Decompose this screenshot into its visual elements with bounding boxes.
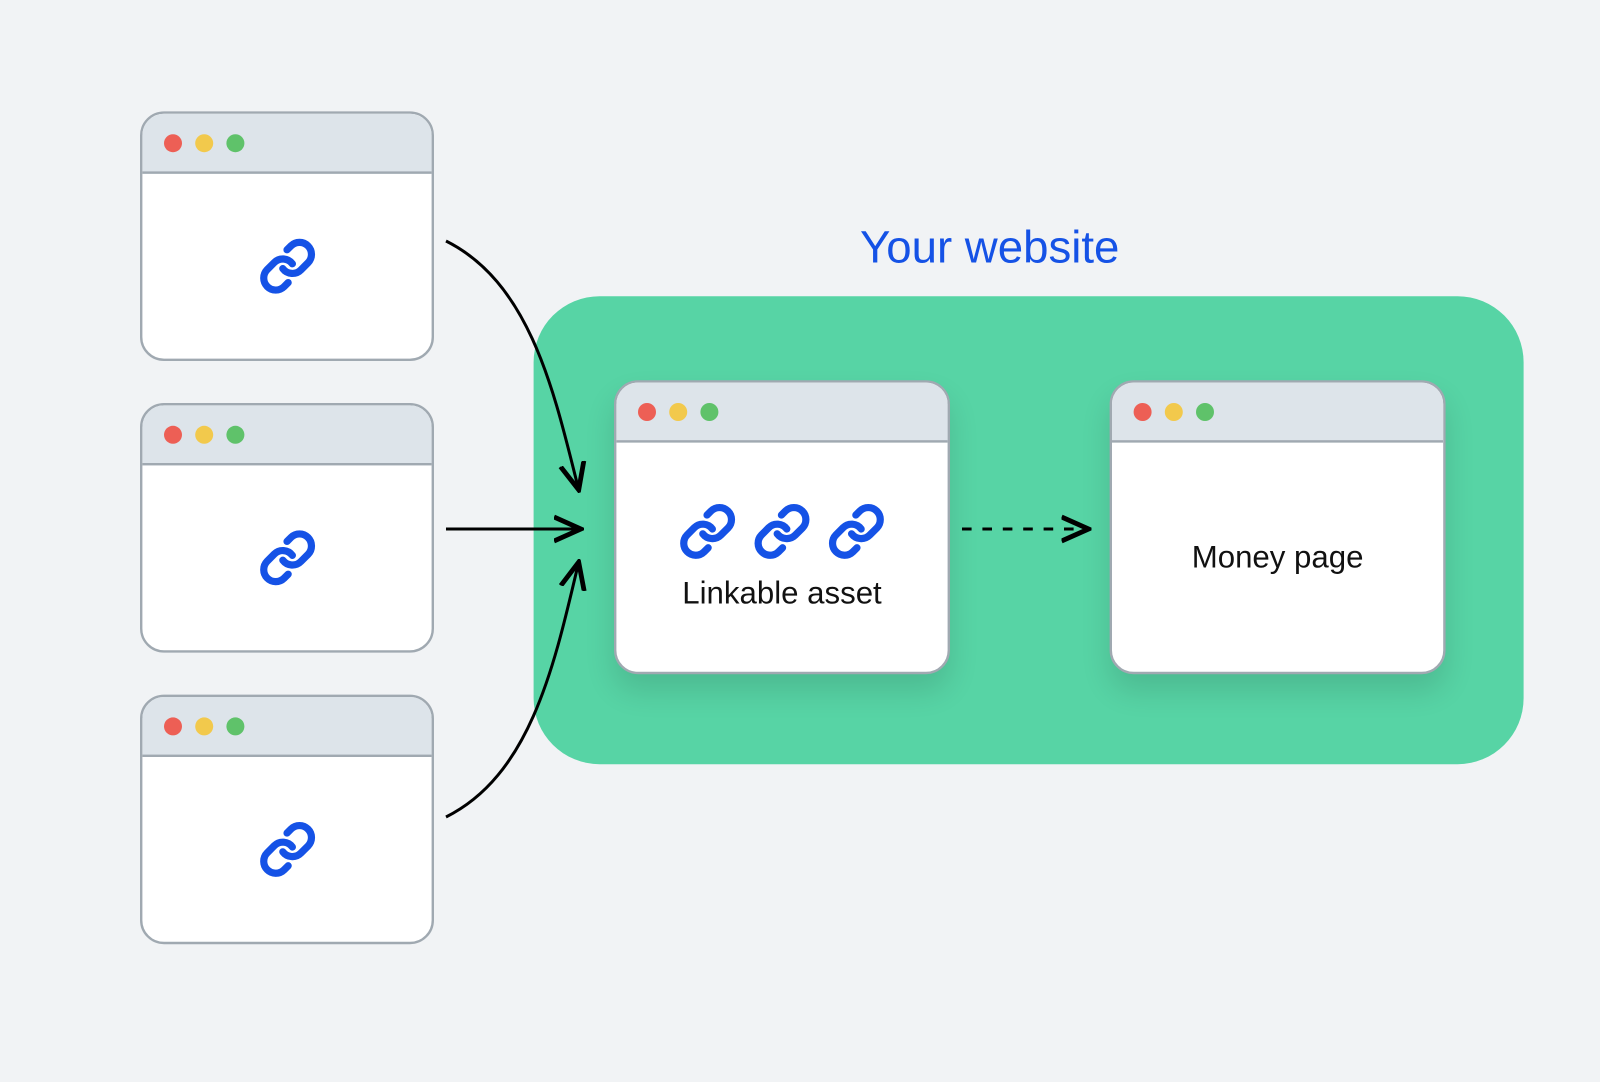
close-icon bbox=[1134, 402, 1152, 420]
link-icon bbox=[679, 503, 737, 561]
titlebar bbox=[616, 383, 947, 443]
titlebar bbox=[142, 697, 431, 757]
money-page-label: Money page bbox=[1192, 539, 1364, 576]
linkable-asset-page: Linkable asset bbox=[614, 380, 950, 674]
external-page-1 bbox=[140, 111, 434, 361]
minimize-icon bbox=[195, 425, 213, 443]
arrow-asset-to-money-dashed bbox=[962, 517, 1100, 541]
arrow-external2-to-asset bbox=[446, 517, 590, 541]
link-icon bbox=[258, 821, 316, 879]
external-page-2 bbox=[140, 403, 434, 653]
maximize-icon bbox=[226, 134, 244, 152]
maximize-icon bbox=[1196, 402, 1214, 420]
money-page: Money page bbox=[1110, 380, 1446, 674]
maximize-icon bbox=[226, 425, 244, 443]
minimize-icon bbox=[669, 402, 687, 420]
minimize-icon bbox=[195, 134, 213, 152]
link-icon bbox=[753, 503, 811, 561]
minimize-icon bbox=[195, 717, 213, 735]
link-icon bbox=[258, 529, 316, 587]
titlebar bbox=[142, 114, 431, 174]
arrow-external1-to-asset bbox=[434, 235, 590, 511]
link-icon bbox=[258, 237, 316, 295]
maximize-icon bbox=[226, 717, 244, 735]
external-page-3 bbox=[140, 695, 434, 945]
close-icon bbox=[164, 717, 182, 735]
website-title: Your website bbox=[860, 223, 1119, 275]
seo-middleman-diagram: Your website bbox=[8, 1, 1592, 1081]
link-icon bbox=[828, 503, 886, 561]
titlebar bbox=[142, 405, 431, 465]
minimize-icon bbox=[1165, 402, 1183, 420]
maximize-icon bbox=[700, 402, 718, 420]
titlebar bbox=[1112, 383, 1443, 443]
close-icon bbox=[164, 134, 182, 152]
links-row bbox=[679, 503, 885, 561]
arrow-external3-to-asset bbox=[434, 547, 590, 829]
linkable-asset-label: Linkable asset bbox=[682, 575, 881, 612]
close-icon bbox=[164, 425, 182, 443]
close-icon bbox=[638, 402, 656, 420]
